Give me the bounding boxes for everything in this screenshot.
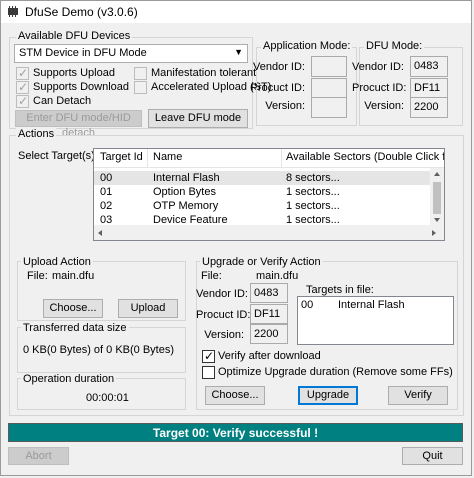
app-chip-icon xyxy=(8,6,18,17)
upgrade-file-value: main.dfu xyxy=(256,270,299,282)
upgrade-choose-button[interactable]: Choose... xyxy=(205,386,265,405)
upgrade-vendor-id-field: 0483 xyxy=(250,283,288,303)
check-mark-icon: ✓ xyxy=(18,94,29,108)
app-product-id-label: Procuct ID: xyxy=(250,82,305,94)
abort-button[interactable]: Abort xyxy=(8,447,69,465)
actions-label: Actions xyxy=(16,128,57,140)
app-vendor-id-field xyxy=(311,56,347,77)
upload-button[interactable]: Upload xyxy=(118,299,178,318)
upload-action-label: Upload Action xyxy=(21,256,93,268)
dfu-product-id-label: Procuct ID: xyxy=(352,82,407,94)
upgrade-button[interactable]: Upgrade xyxy=(298,386,358,405)
supports-upload-label: Supports Upload xyxy=(33,67,115,79)
dfu-vendor-id-label: Vendor ID: xyxy=(352,61,404,73)
application-mode-label: Application Mode: xyxy=(261,40,353,52)
enter-dfu-mode-button[interactable]: Enter DFU mode/HID detach xyxy=(15,110,142,139)
verify-button[interactable]: Verify xyxy=(388,386,448,405)
upload-choose-button[interactable]: Choose... xyxy=(43,299,103,318)
available-devices-label: Available DFU Devices xyxy=(16,30,133,42)
can-detach-checkbox[interactable]: ✓ xyxy=(16,94,29,108)
operation-duration-label: Operation duration xyxy=(21,373,117,385)
device-select-value: STM Device in DFU Mode xyxy=(19,47,147,59)
app-vendor-id-label: Vendor ID: xyxy=(253,61,305,73)
optimize-upgrade-checkbox[interactable] xyxy=(202,366,215,379)
status-message: Target 00: Verify successful ! xyxy=(8,423,463,442)
targets-in-file-list[interactable]: 00 Internal Flash xyxy=(297,296,454,345)
targets-horizontal-scrollbar[interactable] xyxy=(94,225,444,240)
target-row[interactable]: 02 OTP Memory 1 sectors... xyxy=(94,199,444,213)
scroll-arrows-icon xyxy=(433,172,441,222)
col-available-sectors[interactable]: Available Sectors (Double Click for more… xyxy=(286,151,444,163)
select-targets-label: Select Target(s): xyxy=(18,150,98,162)
target-row[interactable]: 00 Internal Flash 8 sectors... xyxy=(94,171,444,185)
manifestation-tolerant-checkbox[interactable] xyxy=(134,67,147,80)
upgrade-vendor-id-label: Vendor ID: xyxy=(196,288,248,300)
list-item[interactable]: 00 Internal Flash xyxy=(298,298,453,312)
transferred-size-label: Transferred data size xyxy=(21,322,129,334)
leave-dfu-mode-button[interactable]: Leave DFU mode xyxy=(148,109,248,128)
scroll-arrows-icon xyxy=(98,230,436,236)
col-name[interactable]: Name xyxy=(153,151,182,163)
dfu-product-id-field: DF11 xyxy=(410,78,448,99)
manifestation-tolerant-label: Manifestation tolerant xyxy=(151,67,257,79)
upgrade-verify-label: Upgrade or Verify Action xyxy=(200,256,323,268)
window-title: DfuSe Demo (v3.0.6) xyxy=(25,5,138,19)
optimize-upgrade-label: Optimize Upgrade duration (Remove some F… xyxy=(218,366,453,378)
targets-list-header: Target Id Name Available Sectors (Double… xyxy=(94,149,444,168)
quit-button[interactable]: Quit xyxy=(402,447,463,465)
upgrade-product-id-label: Procuct ID: xyxy=(196,309,251,321)
upgrade-file-label: File: xyxy=(201,270,222,282)
app-product-id-field xyxy=(311,78,347,99)
dfu-mode-label: DFU Mode: xyxy=(364,40,425,52)
upgrade-product-id-field: DF11 xyxy=(250,304,288,324)
targets-vertical-scrollbar[interactable] xyxy=(430,168,444,226)
title-bar: DfuSe Demo (v3.0.6) xyxy=(1,1,471,23)
col-target-id[interactable]: Target Id xyxy=(100,151,143,163)
verify-after-download-checkbox[interactable]: ✓ xyxy=(202,349,215,363)
accelerated-upload-checkbox[interactable] xyxy=(134,81,147,94)
supports-download-label: Supports Download xyxy=(33,81,130,93)
chevron-down-icon: ▼ xyxy=(234,47,243,57)
dfu-version-field: 2200 xyxy=(410,97,448,118)
verify-after-download-label: Verify after download xyxy=(218,350,321,362)
upload-file-value: main.dfu xyxy=(52,270,95,282)
target-row[interactable]: 01 Option Bytes 1 sectors... xyxy=(94,185,444,199)
operation-duration-value: 00:00:01 xyxy=(86,392,129,404)
dfu-version-label: Version: xyxy=(364,100,404,112)
transferred-size-value: 0 KB(0 Bytes) of 0 KB(0 Bytes) xyxy=(23,344,175,356)
targets-in-file-label: Targets in file: xyxy=(306,284,374,296)
upload-file-label: File: xyxy=(27,270,48,282)
upgrade-version-field: 2200 xyxy=(250,324,288,344)
targets-list[interactable]: Target Id Name Available Sectors (Double… xyxy=(93,148,445,241)
check-mark-icon: ✓ xyxy=(204,349,215,363)
device-select[interactable]: STM Device in DFU Mode ▼ xyxy=(14,44,248,63)
can-detach-label: Can Detach xyxy=(33,95,92,107)
dfu-vendor-id-field: 0483 xyxy=(410,56,448,77)
app-version-label: Version: xyxy=(265,100,305,112)
upgrade-version-label: Version: xyxy=(204,329,244,341)
app-version-field xyxy=(311,97,347,118)
